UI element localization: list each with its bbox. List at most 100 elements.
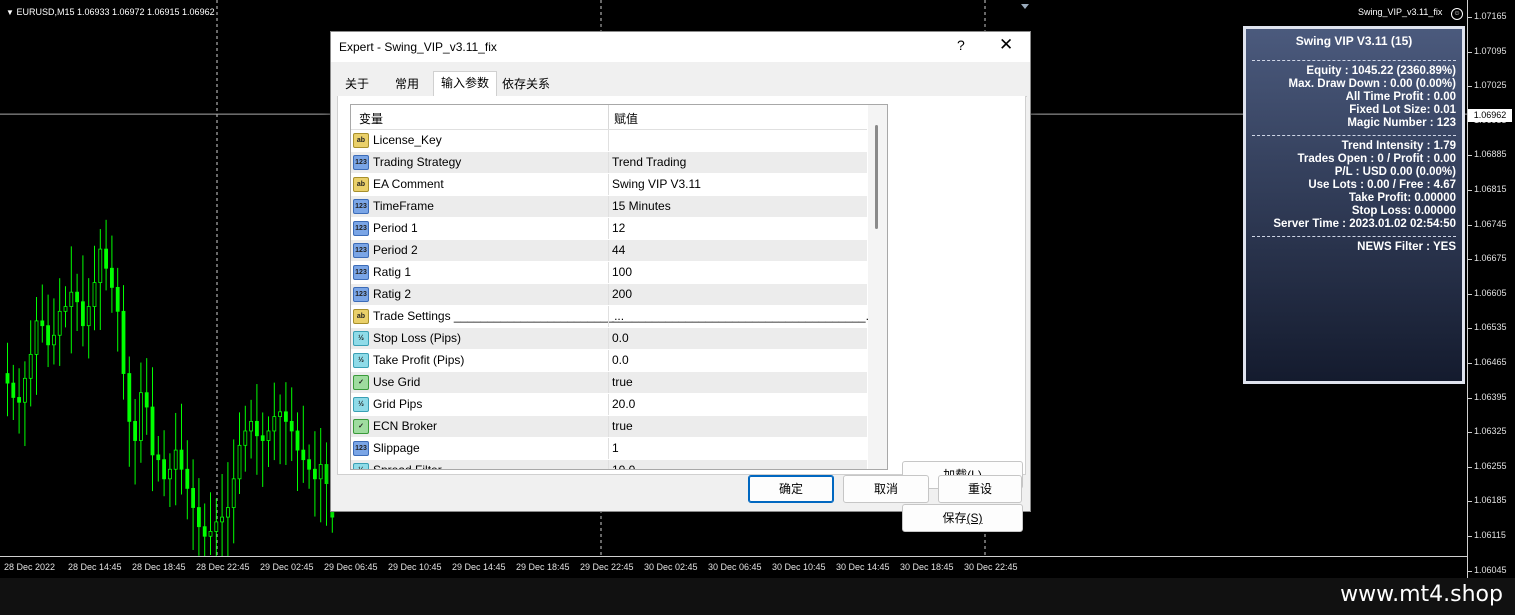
tab-about[interactable]: 关于 <box>337 73 377 95</box>
parameter-value[interactable]: true <box>612 375 633 389</box>
symbol-info: EURUSD,M15 1.06933 1.06972 1.06915 1.069… <box>16 7 215 17</box>
tab-common[interactable]: 常用 <box>385 73 429 95</box>
price-axis[interactable]: 1.071651.070951.070251.069551.068851.068… <box>1467 0 1515 578</box>
info-line: Trend Intensity : 1.79 <box>1341 140 1456 152</box>
parameter-value[interactable]: 200 <box>612 287 632 301</box>
vertical-scrollbar[interactable] <box>868 105 887 469</box>
candle-body <box>121 310 126 374</box>
expert-properties-dialog: Expert - Swing_VIP_v3.11_fix ? ✕ 关于 常用 输… <box>330 31 1031 532</box>
candle-body <box>46 325 50 346</box>
info-line: Max. Draw Down : 0.00 (0.00%) <box>1288 78 1456 90</box>
parameter-value[interactable]: Swing VIP V3.11 <box>612 177 701 191</box>
parameter-value[interactable]: 20.0 <box>612 397 635 411</box>
candle-body <box>133 420 138 441</box>
separator <box>1252 60 1456 61</box>
parameter-row[interactable]: 123 Ratig 2 200 <box>351 284 867 306</box>
candle-body <box>57 310 62 336</box>
parameter-row[interactable]: 123 Slippage 1 <box>351 438 867 460</box>
dbl-type-icon: ½ <box>353 397 369 412</box>
parameter-row[interactable]: ½ Spread Filter 10.0 <box>351 460 867 469</box>
candle-body <box>231 478 236 508</box>
parameter-name: ECN Broker <box>373 419 438 433</box>
help-button[interactable]: ? <box>957 37 965 53</box>
column-divider[interactable] <box>608 105 609 129</box>
parameter-row[interactable]: 123 Trading Strategy Trend Trading <box>351 152 867 174</box>
candle-body <box>86 306 91 327</box>
parameter-value[interactable]: 10.0 <box>612 463 635 469</box>
parameter-value[interactable]: 0.0 <box>612 331 629 345</box>
candle-body <box>22 377 27 403</box>
scrollbar-thumb[interactable] <box>875 125 878 229</box>
parameter-row[interactable]: ½ Grid Pips 20.0 <box>351 394 867 416</box>
header-value[interactable]: 赋值 <box>614 110 638 127</box>
parameter-name: Ratig 1 <box>373 265 412 279</box>
parameter-value[interactable]: 12 <box>612 221 625 235</box>
parameter-value[interactable]: true <box>612 419 633 433</box>
time-tick-label: 30 Dec 10:45 <box>772 562 826 572</box>
price-tick-label: 1.06885 <box>1468 149 1507 160</box>
parameter-row[interactable]: 123 Ratig 1 100 <box>351 262 867 284</box>
info-line: NEWS Filter : YES <box>1357 241 1456 253</box>
bottom-bar: www.mt4.shop <box>0 578 1515 615</box>
shift-marker-icon[interactable] <box>1021 4 1029 9</box>
parameter-row[interactable]: ab License_Key <box>351 130 867 152</box>
parameter-value[interactable]: ______________________________________..… <box>612 309 876 323</box>
parameter-row[interactable]: ½ Stop Loss (Pips) 0.0 <box>351 328 867 350</box>
watermark-text: www.mt4.shop <box>1340 582 1503 607</box>
candle-body <box>17 397 22 403</box>
parameter-value[interactable]: 0.0 <box>612 353 629 367</box>
price-tick-label: 1.06535 <box>1468 322 1507 333</box>
tab-dependencies[interactable]: 依存关系 <box>499 73 553 95</box>
dialog-titlebar[interactable]: Expert - Swing_VIP_v3.11_fix ? ✕ <box>331 32 1030 62</box>
candle-body <box>266 430 271 441</box>
parameter-value[interactable]: Trend Trading <box>612 155 686 169</box>
candle-body <box>237 444 242 480</box>
expert-name-label: Swing_VIP_v3.11_fix <box>1358 7 1443 17</box>
column-divider <box>608 130 609 151</box>
parameter-value[interactable]: 100 <box>612 265 632 279</box>
cancel-button[interactable]: 取消 <box>843 475 929 503</box>
parameter-row[interactable]: ab Trade Settings _______________________… <box>351 306 876 328</box>
news-group: NEWS Filter : YES <box>1252 241 1456 254</box>
parameter-row[interactable]: 123 Period 1 12 <box>351 218 867 240</box>
time-tick-label: 29 Dec 10:45 <box>388 562 442 572</box>
column-divider <box>608 460 609 469</box>
candle-body <box>150 406 155 456</box>
time-axis[interactable]: 28 Dec 2022 28 Dec 14:45 28 Dec 18:45 28 De… <box>0 556 1467 579</box>
parameter-row[interactable]: 123 Period 2 44 <box>351 240 867 262</box>
parameter-value[interactable]: 44 <box>612 243 625 257</box>
parameter-row[interactable]: ab EA Comment Swing VIP V3.11 <box>351 174 867 196</box>
parameter-row[interactable]: ✓ ECN Broker true <box>351 416 867 438</box>
candle-body <box>98 248 103 284</box>
ok-button[interactable]: 确定 <box>748 475 834 503</box>
parameter-name: TimeFrame <box>373 199 434 213</box>
info-line: Fixed Lot Size: 0.01 <box>1349 104 1456 116</box>
candle-body <box>173 449 178 470</box>
price-tick-label: 1.06675 <box>1468 253 1507 264</box>
separator <box>1252 135 1456 136</box>
symbol-header: ▼ EURUSD,M15 1.06933 1.06972 1.06915 1.0… <box>6 7 215 17</box>
tab-inputs[interactable]: 输入参数 <box>433 71 497 97</box>
candle-body <box>28 353 33 379</box>
candle-body <box>196 507 201 528</box>
inputs-panel: 变量 赋值 ab License_Key 123 Trading Strategy Tr… <box>337 96 1026 532</box>
num-type-icon: 123 <box>353 265 369 280</box>
bool-type-icon: ✓ <box>353 419 369 434</box>
candle-body <box>92 282 97 307</box>
close-icon[interactable]: ✕ <box>999 35 1013 55</box>
price-tick-label: 1.06185 <box>1468 495 1507 506</box>
info-line: Stop Loss: 0.00000 <box>1351 205 1456 217</box>
reset-button[interactable]: 重设 <box>938 475 1022 503</box>
dropdown-arrow-icon[interactable]: ▼ <box>6 8 14 17</box>
parameter-row[interactable]: ✓ Use Grid true <box>351 372 867 394</box>
parameter-value[interactable]: 1 <box>612 441 619 455</box>
num-type-icon: 123 <box>353 221 369 236</box>
candle-body <box>208 531 213 537</box>
dialog-title: Expert - Swing_VIP_v3.11_fix <box>339 40 497 54</box>
parameter-row[interactable]: ½ Take Profit (Pips) 0.0 <box>351 350 867 372</box>
parameter-row[interactable]: 123 TimeFrame 15 Minutes <box>351 196 867 218</box>
save-button[interactable]: 保存(S) <box>902 504 1023 532</box>
header-variable[interactable]: 变量 <box>359 110 383 127</box>
parameter-value[interactable]: 15 Minutes <box>612 199 671 213</box>
parameter-name: Ratig 2 <box>373 287 412 301</box>
